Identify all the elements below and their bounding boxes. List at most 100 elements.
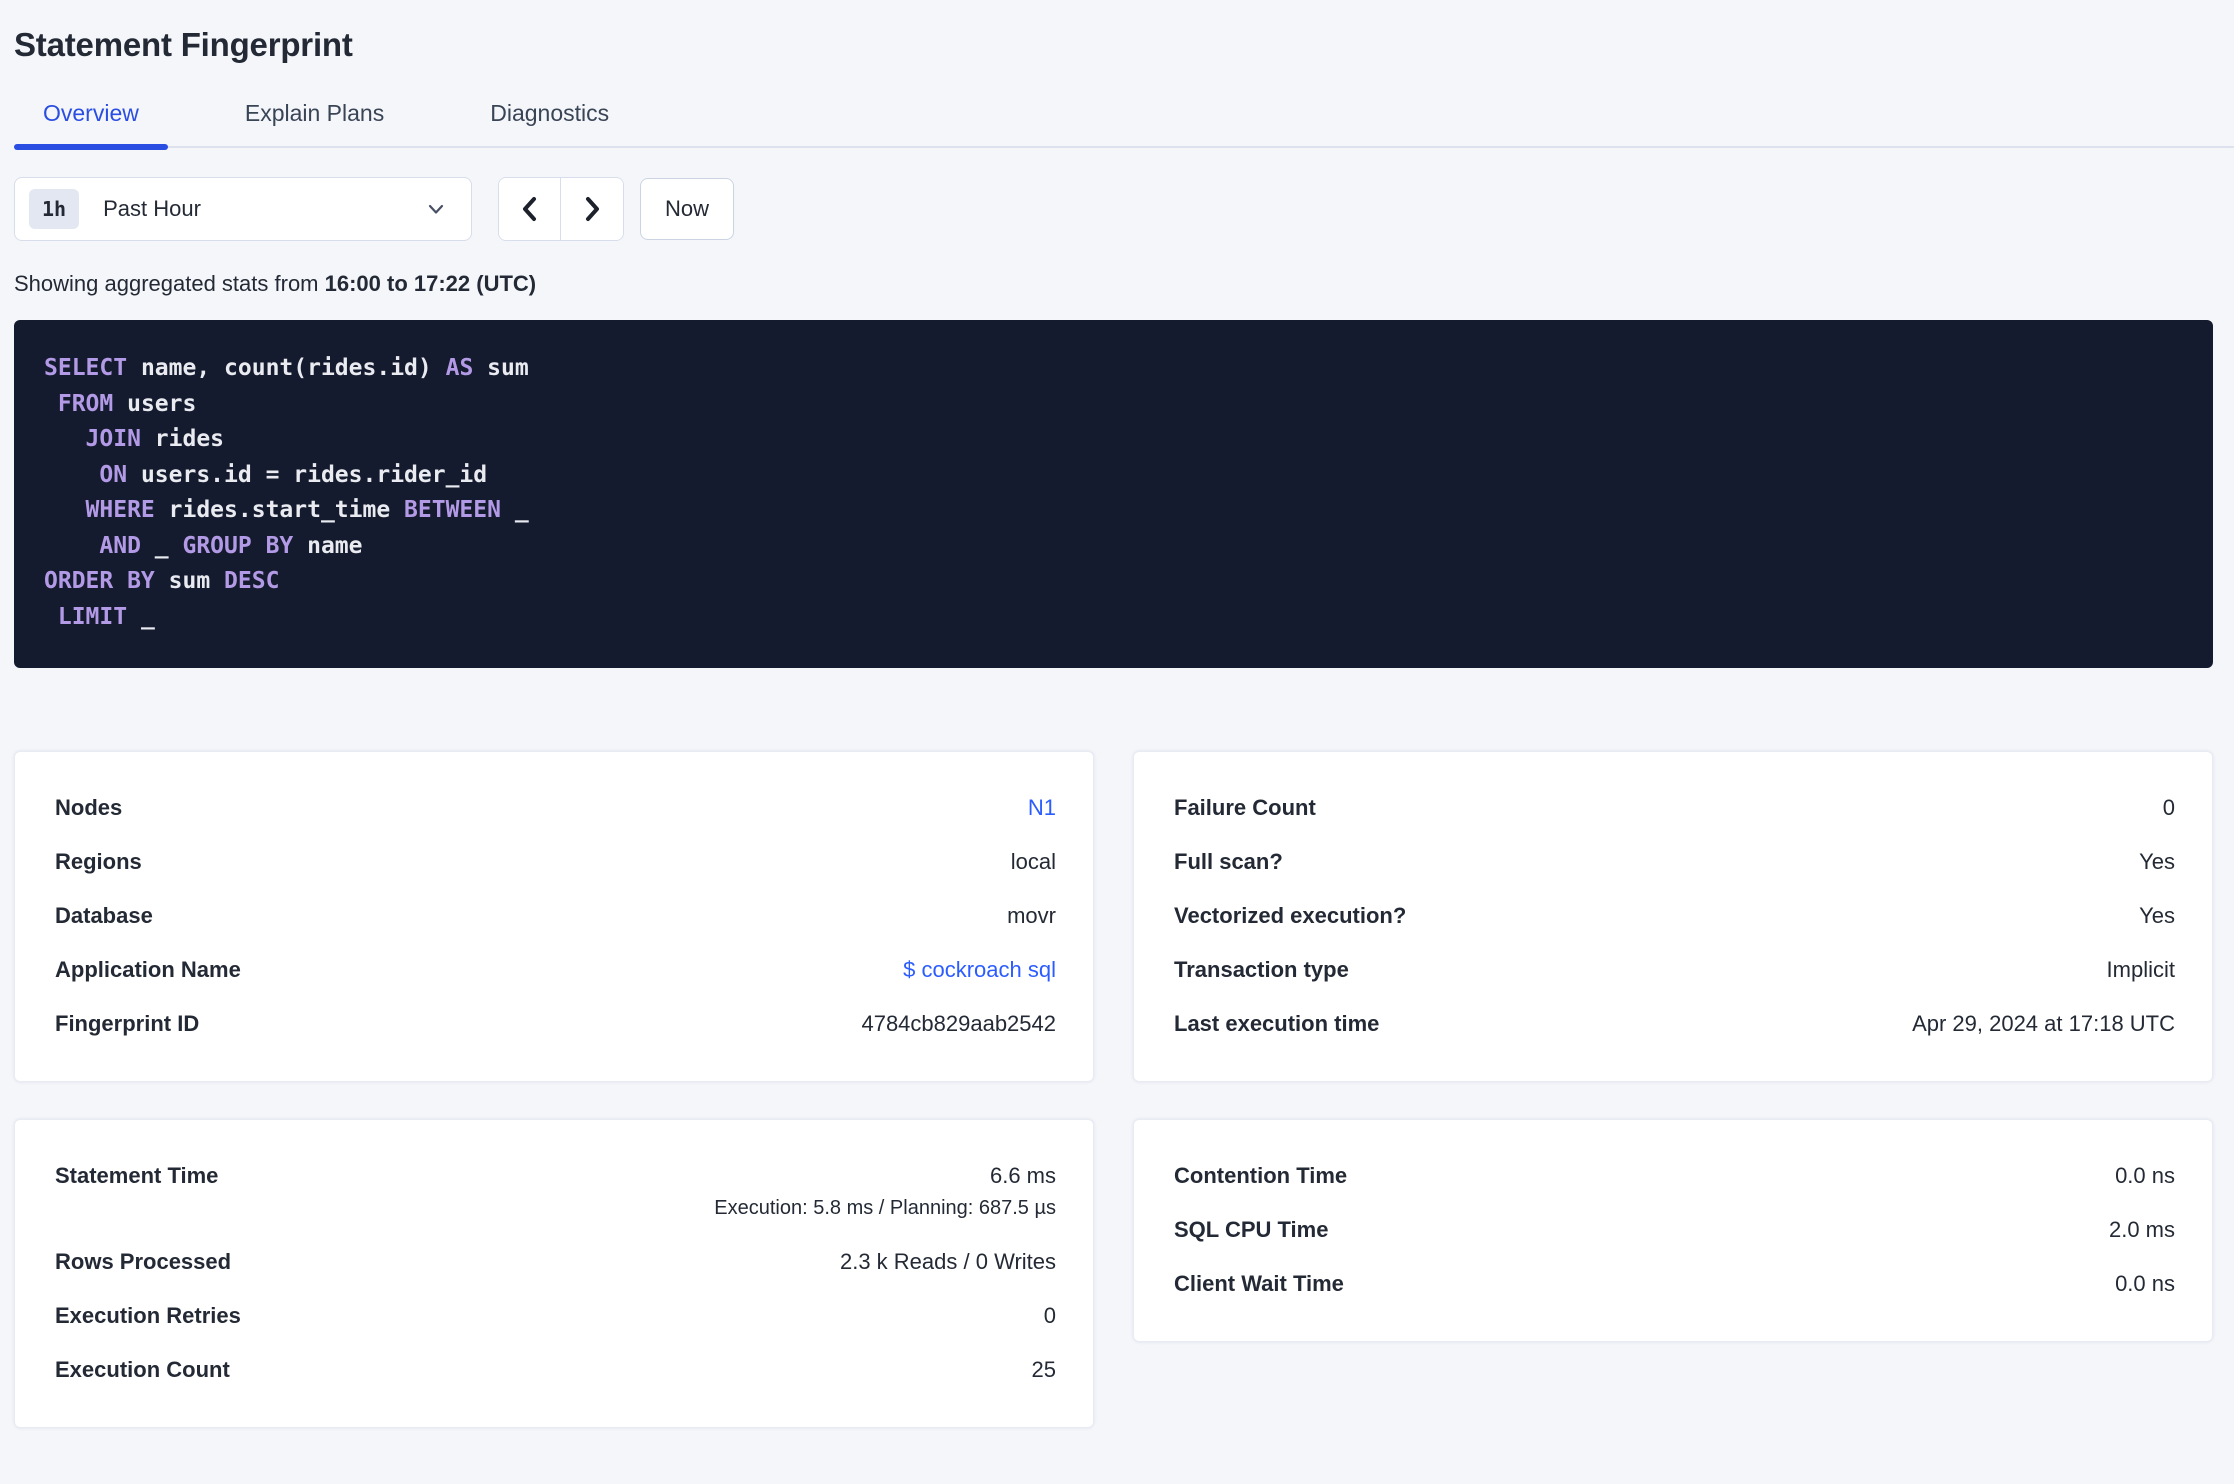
- sql-keyword: JOIN: [85, 426, 141, 452]
- sql-text: users: [113, 390, 197, 417]
- stat-label: Client Wait Time: [1174, 1271, 1344, 1296]
- sql-text: rides.start_time: [154, 497, 405, 523]
- sql-text: _: [500, 497, 529, 523]
- sql-line: ON users.id = rides.rider_id: [44, 458, 2183, 494]
- stat-value: 0: [2162, 795, 2175, 820]
- stat-label: Execution Retries: [55, 1303, 241, 1328]
- sql-keyword: AND: [99, 532, 141, 559]
- stat-value-wrap: 2.0 ms: [2109, 1216, 2175, 1244]
- stat-subvalue: Execution: 5.8 ms / Planning: 687.5 µs: [714, 1197, 1056, 1219]
- stat-value-wrap: 2.3 k Reads / 0 Writes: [840, 1248, 1056, 1276]
- stat-row: Application Name $ cockroach sql: [55, 943, 1056, 997]
- stat-row: Contention Time 0.0 ns: [1174, 1149, 2175, 1203]
- sql-keyword: BETWEEN: [404, 497, 501, 523]
- stat-label: Application Name: [55, 957, 241, 982]
- sql-text: rides: [140, 426, 225, 452]
- stat-value: 0.0 ns: [2115, 1163, 2175, 1188]
- stat-label: Last execution time: [1174, 1011, 1380, 1036]
- tab-bar: Overview Explain Plans Diagnostics: [14, 100, 2234, 150]
- stat-value: 0: [1043, 1303, 1056, 1328]
- sql-text: users.id = rides.rider_id: [127, 461, 488, 488]
- stat-row: Fingerprint ID 4784cb829aab2542: [55, 997, 1056, 1051]
- stat-label: Statement Time: [55, 1163, 219, 1188]
- stat-value: 25: [1031, 1357, 1056, 1382]
- tab-bar-divider: [14, 146, 2234, 148]
- summary-time-range: 16:00 to 17:22 (UTC): [324, 271, 537, 296]
- sql-text: _: [127, 603, 155, 630]
- stat-value: 0.0 ns: [2115, 1271, 2175, 1296]
- stat-label: Nodes: [55, 795, 123, 820]
- sql-keyword: GROUP BY: [182, 532, 294, 559]
- stat-row: Database movr: [55, 889, 1056, 943]
- stat-value-link[interactable]: N1: [1028, 794, 1056, 822]
- tab-diagnostics[interactable]: Diagnostics: [461, 100, 638, 148]
- stat-row: Execution Retries 0: [55, 1289, 1056, 1343]
- sql-text: sum: [473, 355, 529, 381]
- sql-text: name, count(rides.id): [127, 355, 446, 381]
- stat-row: Last execution time Apr 29, 2024 at 17:18…: [1174, 997, 2175, 1051]
- sql-keyword: DESC: [224, 568, 280, 594]
- stat-row: Client Wait Time 0.0 ns: [1174, 1257, 2175, 1311]
- stat-value-wrap: $ cockroach sql: [903, 956, 1056, 984]
- interval-badge: 1h: [29, 189, 80, 229]
- stat-label: Database: [55, 903, 153, 928]
- sql-keyword: AS: [445, 355, 474, 381]
- sql-line: WHERE rides.start_time BETWEEN _: [44, 493, 2183, 529]
- stat-label: Transaction type: [1174, 957, 1349, 982]
- stat-row: Rows Processed 2.3 k Reads / 0 Writes: [55, 1235, 1056, 1289]
- stat-value: movr: [1007, 903, 1056, 928]
- stat-value-wrap: 4784cb829aab2542: [861, 1010, 1056, 1038]
- stat-value-link[interactable]: $ cockroach sql: [903, 956, 1056, 984]
- stat-value-wrap: Apr 29, 2024 at 17:18 UTC: [1912, 1010, 2175, 1038]
- stat-value: 2.3 k Reads / 0 Writes: [839, 1249, 1056, 1274]
- stat-row: Vectorized execution? Yes: [1174, 889, 2175, 943]
- stat-value: Yes: [2139, 903, 2175, 928]
- stat-value-wrap: 25: [1032, 1356, 1056, 1384]
- time-interval-dropdown[interactable]: 1h Past Hour: [14, 177, 472, 241]
- sql-line: AND _ GROUP BY name: [44, 529, 2183, 565]
- aggregated-stats-summary: Showing aggregated stats from 16:00 to 1…: [14, 271, 2213, 297]
- stat-value: 6.6 ms: [989, 1163, 1056, 1188]
- sql-statement: SELECT name, count(rides.id) AS sum FROM…: [14, 320, 2213, 668]
- stat-row: SQL CPU Time 2.0 ms: [1174, 1203, 2175, 1257]
- tab-explain-plans[interactable]: Explain Plans: [216, 100, 413, 148]
- stat-row: Execution Count 25: [55, 1343, 1056, 1397]
- sql-line: ORDER BY sum DESC: [44, 564, 2183, 600]
- sql-line: SELECT name, count(rides.id) AS sum: [44, 351, 2183, 387]
- statement-details-card: Nodes N1 Regions local Database movr Applicati…: [14, 751, 1094, 1082]
- stat-label: Rows Processed: [55, 1249, 232, 1274]
- stat-label: Failure Count: [1174, 795, 1316, 820]
- chevron-right-icon: [580, 195, 604, 223]
- now-button[interactable]: Now: [640, 178, 735, 240]
- stat-value: Implicit: [2106, 957, 2175, 982]
- sql-text: sum: [154, 568, 225, 594]
- sql-keyword: ORDER BY: [44, 568, 155, 594]
- summary-prefix: Showing aggregated stats from: [14, 271, 325, 296]
- stat-value: 2.0 ms: [2108, 1217, 2175, 1242]
- sql-keyword: FROM: [57, 390, 114, 417]
- stat-label: Contention Time: [1174, 1163, 1348, 1188]
- prev-interval-button[interactable]: [499, 178, 561, 240]
- stat-row: Failure Count 0: [1174, 781, 2175, 835]
- stat-value: Yes: [2139, 849, 2175, 874]
- tab-overview[interactable]: Overview: [14, 100, 168, 150]
- next-interval-button[interactable]: [561, 178, 623, 240]
- sql-keyword: ON: [99, 461, 128, 488]
- stat-row: Transaction type Implicit: [1174, 943, 2175, 997]
- execution-attributes-card: Failure Count 0 Full scan? Yes Vectorized ex…: [1133, 751, 2213, 1082]
- time-controls: 1h Past Hour Now: [14, 177, 2213, 241]
- time-nav-group: [498, 177, 624, 241]
- stat-label: SQL CPU Time: [1174, 1217, 1329, 1242]
- wait-time-card: Contention Time 0.0 ns SQL CPU Time 2.0 ms C…: [1133, 1119, 2213, 1342]
- stat-value-wrap: N1: [1028, 794, 1056, 822]
- sql-text: _: [140, 532, 183, 559]
- sql-keyword: LIMIT: [57, 603, 128, 630]
- stat-row: Statement Time 6.6 ms Execution: 5.8 ms / …: [55, 1149, 1056, 1235]
- stat-value: Apr 29, 2024 at 17:18 UTC: [1912, 1011, 2175, 1036]
- stat-label: Execution Count: [55, 1357, 230, 1382]
- sql-keyword: WHERE: [85, 497, 155, 523]
